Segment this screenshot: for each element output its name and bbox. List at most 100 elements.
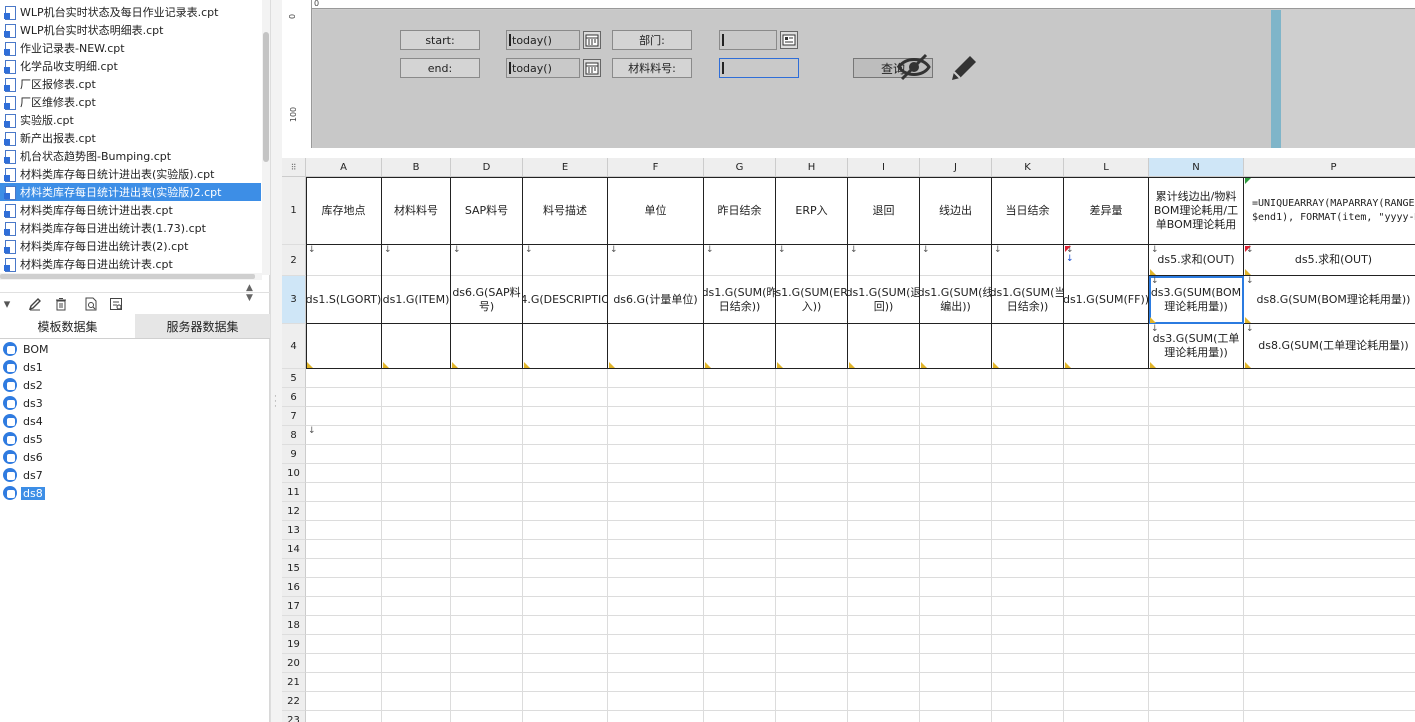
grid-cell[interactable] — [992, 407, 1064, 426]
grid-cell[interactable] — [523, 654, 608, 673]
grid-cell[interactable] — [1064, 407, 1149, 426]
grid-cell[interactable] — [920, 502, 992, 521]
column-header[interactable]: L — [1064, 158, 1149, 177]
dept-picker-icon[interactable] — [780, 31, 798, 49]
grid-cell[interactable] — [920, 483, 992, 502]
grid-cell[interactable]: ds1.G(SUM(当日结余)) — [992, 276, 1064, 324]
grid-cell[interactable] — [920, 464, 992, 483]
grid-cell[interactable] — [451, 578, 523, 597]
grid-cell[interactable] — [523, 407, 608, 426]
grid-cell[interactable]: SAP料号 — [451, 177, 523, 245]
grid-cell[interactable] — [1244, 692, 1415, 711]
grid-cell[interactable] — [704, 502, 776, 521]
grid-cell[interactable] — [451, 540, 523, 559]
grid-cell[interactable] — [1064, 464, 1149, 483]
grid-cell[interactable] — [992, 369, 1064, 388]
grid-cell[interactable] — [1149, 388, 1244, 407]
grid-cell[interactable] — [382, 654, 451, 673]
grid-cell[interactable] — [992, 245, 1064, 276]
grid-cell[interactable]: 昨日结余 — [704, 177, 776, 245]
grid-cell[interactable] — [704, 369, 776, 388]
grid-cell[interactable]: 差异量 — [1064, 177, 1149, 245]
grid-cell[interactable] — [451, 559, 523, 578]
dataset-item[interactable]: ds1 — [0, 358, 45, 376]
grid-cell[interactable] — [1149, 578, 1244, 597]
grid-cell[interactable]: ds1.G(SUM(ERP入)) — [776, 276, 848, 324]
grid-cell[interactable] — [1064, 521, 1149, 540]
grid-cell[interactable] — [704, 559, 776, 578]
grid-cell[interactable] — [920, 245, 992, 276]
column-header[interactable]: H — [776, 158, 848, 177]
grid-cell[interactable] — [776, 245, 848, 276]
end-date-input[interactable]: today() — [506, 58, 580, 78]
grid-cell[interactable]: 当日结余 — [992, 177, 1064, 245]
grid-cell[interactable] — [382, 578, 451, 597]
grid-cell[interactable] — [992, 464, 1064, 483]
grid-cell[interactable]: ds1.G(SUM(退回)) — [848, 276, 920, 324]
row-header[interactable]: 1 — [282, 177, 306, 245]
grid-cell[interactable] — [306, 324, 382, 369]
grid-cell[interactable] — [920, 559, 992, 578]
grid-cell[interactable] — [992, 654, 1064, 673]
file-item[interactable]: 材料类库存每日进出统计表(2).cpt — [0, 237, 261, 255]
grid-cell[interactable] — [382, 673, 451, 692]
grid-cell[interactable] — [382, 540, 451, 559]
grid-cell[interactable]: 库存地点 — [306, 177, 382, 245]
grid-cell[interactable] — [608, 559, 704, 578]
grid-cell[interactable]: ds8.G(SUM(BOM理论耗用量)) — [1244, 276, 1415, 324]
grid-cell[interactable] — [848, 245, 920, 276]
grid-cell[interactable] — [1064, 445, 1149, 464]
grid-cell[interactable] — [608, 540, 704, 559]
row-header[interactable]: 6 — [282, 388, 306, 407]
grid-cell[interactable] — [306, 540, 382, 559]
file-item[interactable]: 材料类库存每日统计进出表(实验版)2.cpt — [0, 183, 261, 201]
grid-cell[interactable]: 单位 — [608, 177, 704, 245]
file-list-hscrollbar[interactable] — [0, 273, 262, 280]
grid-cell[interactable] — [1244, 407, 1415, 426]
grid-cell[interactable] — [992, 635, 1064, 654]
grid-cell[interactable] — [1064, 673, 1149, 692]
grid-cell[interactable] — [776, 673, 848, 692]
grid-cell[interactable] — [523, 692, 608, 711]
grid-cell[interactable] — [992, 483, 1064, 502]
grid-cell[interactable] — [523, 445, 608, 464]
grid-cell[interactable] — [382, 483, 451, 502]
grid-cell[interactable] — [704, 521, 776, 540]
dataset-item[interactable]: ds7 — [0, 466, 45, 484]
grid-cell[interactable] — [1244, 388, 1415, 407]
column-header[interactable]: D — [451, 158, 523, 177]
grid-cell[interactable] — [1244, 502, 1415, 521]
grid-cell[interactable] — [382, 407, 451, 426]
grid-cell[interactable] — [776, 502, 848, 521]
grid-cell[interactable] — [848, 635, 920, 654]
grid-cell[interactable]: ds3.G(SUM(工单理论耗用量)) — [1149, 324, 1244, 369]
tab-template-datasets[interactable]: 模板数据集 — [0, 314, 135, 338]
grid-cell[interactable] — [608, 597, 704, 616]
grid-cell[interactable] — [848, 540, 920, 559]
grid-cell[interactable] — [1149, 711, 1244, 722]
grid-cell[interactable] — [920, 521, 992, 540]
grid-cell[interactable] — [776, 635, 848, 654]
file-item[interactable]: 新产出报表.cpt — [0, 129, 261, 147]
select-all-corner[interactable]: ⠿ — [282, 158, 306, 177]
grid-cell[interactable] — [848, 578, 920, 597]
grid-cell[interactable] — [451, 502, 523, 521]
grid-cell[interactable]: ds1.G(ITEM) — [382, 276, 451, 324]
grid-cell[interactable] — [992, 445, 1064, 464]
row-header[interactable]: 22 — [282, 692, 306, 711]
grid-cell[interactable] — [523, 464, 608, 483]
grid-cell[interactable] — [848, 464, 920, 483]
grid-cell[interactable] — [1149, 673, 1244, 692]
grid-cell[interactable]: =UNIQUEARRAY(MAPARRAY(RANGE($start1, $en… — [1244, 177, 1415, 245]
grid-cell[interactable] — [306, 245, 382, 276]
grid-cell[interactable] — [776, 369, 848, 388]
grid-cell[interactable] — [1149, 559, 1244, 578]
properties-icon[interactable] — [107, 295, 125, 313]
grid-cell[interactable] — [704, 654, 776, 673]
grid-cell[interactable]: 材料料号 — [382, 177, 451, 245]
grid-cell[interactable] — [523, 673, 608, 692]
grid-cell[interactable] — [523, 502, 608, 521]
grid-cell[interactable] — [704, 245, 776, 276]
grid-cell[interactable] — [451, 388, 523, 407]
grid-cell[interactable] — [848, 597, 920, 616]
